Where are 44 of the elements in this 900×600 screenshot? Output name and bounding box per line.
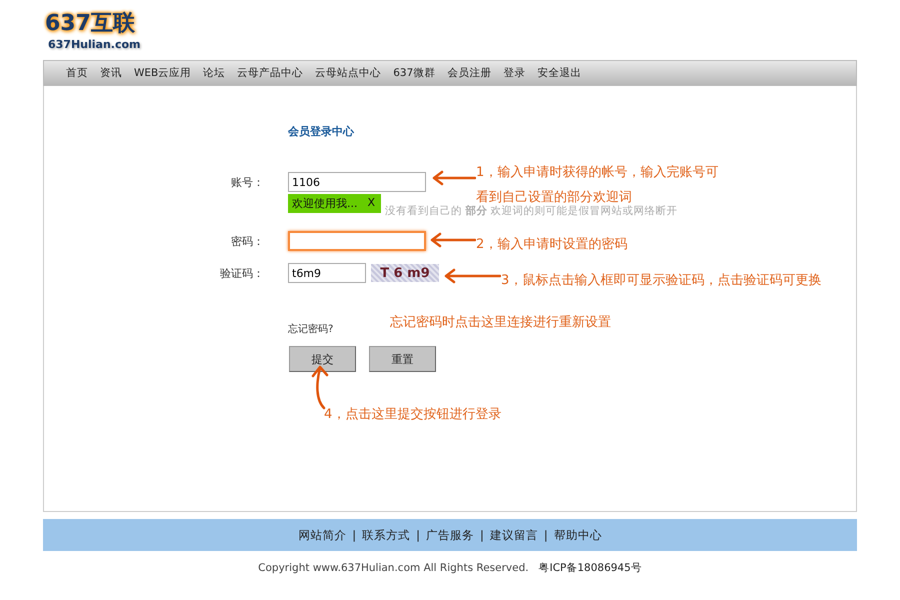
input-field[interactable] bbox=[288, 231, 426, 251]
reset-button[interactable]: 重置 bbox=[369, 346, 436, 372]
form-heading: 会员登录中心 bbox=[288, 124, 355, 139]
annotation-text: 3，鼠标点击输入框即可显示验证码，点击验证码可更换 bbox=[501, 272, 822, 290]
nav-link[interactable]: WEB云应用 bbox=[134, 66, 192, 80]
left-arrow bbox=[432, 170, 476, 186]
separator: | bbox=[416, 528, 420, 542]
logo-subtitle: 637Hulian.com bbox=[48, 38, 142, 51]
annotation-text: 忘记密码时点击这里连接进行重新设置 bbox=[390, 314, 611, 332]
nav-link[interactable]: 论坛 bbox=[203, 66, 226, 80]
nav-link[interactable]: 云母站点中心 bbox=[315, 66, 382, 80]
nav-link[interactable]: 登录 bbox=[503, 66, 526, 80]
footer-link[interactable]: 网站简介 bbox=[298, 528, 346, 542]
field-label: 账号： bbox=[230, 174, 264, 190]
nav-link[interactable]: 资讯 bbox=[100, 66, 122, 80]
captcha-image[interactable]: T 6 m9 bbox=[371, 264, 439, 282]
footer-link[interactable]: 建议留言 bbox=[490, 528, 538, 542]
left-arrow bbox=[444, 268, 501, 284]
field-label: 密码： bbox=[230, 234, 264, 248]
footer-link[interactable]: 帮助中心 bbox=[554, 528, 602, 542]
input-field[interactable]: 1106 bbox=[288, 172, 426, 192]
field-label: 验证码： bbox=[219, 266, 264, 280]
icp-text[interactable]: 粤ICP备18086945号 bbox=[538, 562, 642, 574]
forgot-password-link[interactable]: 忘记密码? bbox=[288, 324, 334, 335]
copyright-text: Copyright www.637Hulian.com All Rights Reserved. bbox=[258, 562, 529, 574]
separator: | bbox=[352, 528, 356, 542]
nav-link[interactable]: 云母产品中心 bbox=[237, 66, 304, 80]
annotation-text: 4，点击这里提交按钮进行登录 bbox=[324, 406, 502, 424]
up-arrow bbox=[310, 364, 330, 410]
annotation-text: 2，输入申请时设置的密码 bbox=[476, 236, 628, 254]
nav-link[interactable]: 首页 bbox=[66, 66, 88, 80]
welcome-tooltip: 欢迎使用我... X bbox=[288, 194, 382, 213]
logo-title[interactable]: 637互联 bbox=[45, 10, 135, 38]
nav-link[interactable]: 会员注册 bbox=[447, 66, 492, 80]
separator: | bbox=[480, 528, 484, 542]
left-arrow bbox=[430, 232, 476, 248]
nav-link[interactable]: 637微群 bbox=[393, 66, 436, 80]
input-field[interactable]: t6m9 bbox=[288, 263, 366, 283]
hint-text: 没有看到自己的 部分 欢迎词的则可能是假冒网站或网络断开 bbox=[385, 204, 678, 218]
footer-link[interactable]: 广告服务 bbox=[426, 528, 474, 542]
submit-button[interactable]: 提交 bbox=[289, 346, 356, 372]
footer-link[interactable]: 联系方式 bbox=[362, 528, 410, 542]
separator: | bbox=[544, 528, 548, 542]
nav-link[interactable]: 安全退出 bbox=[537, 66, 582, 80]
